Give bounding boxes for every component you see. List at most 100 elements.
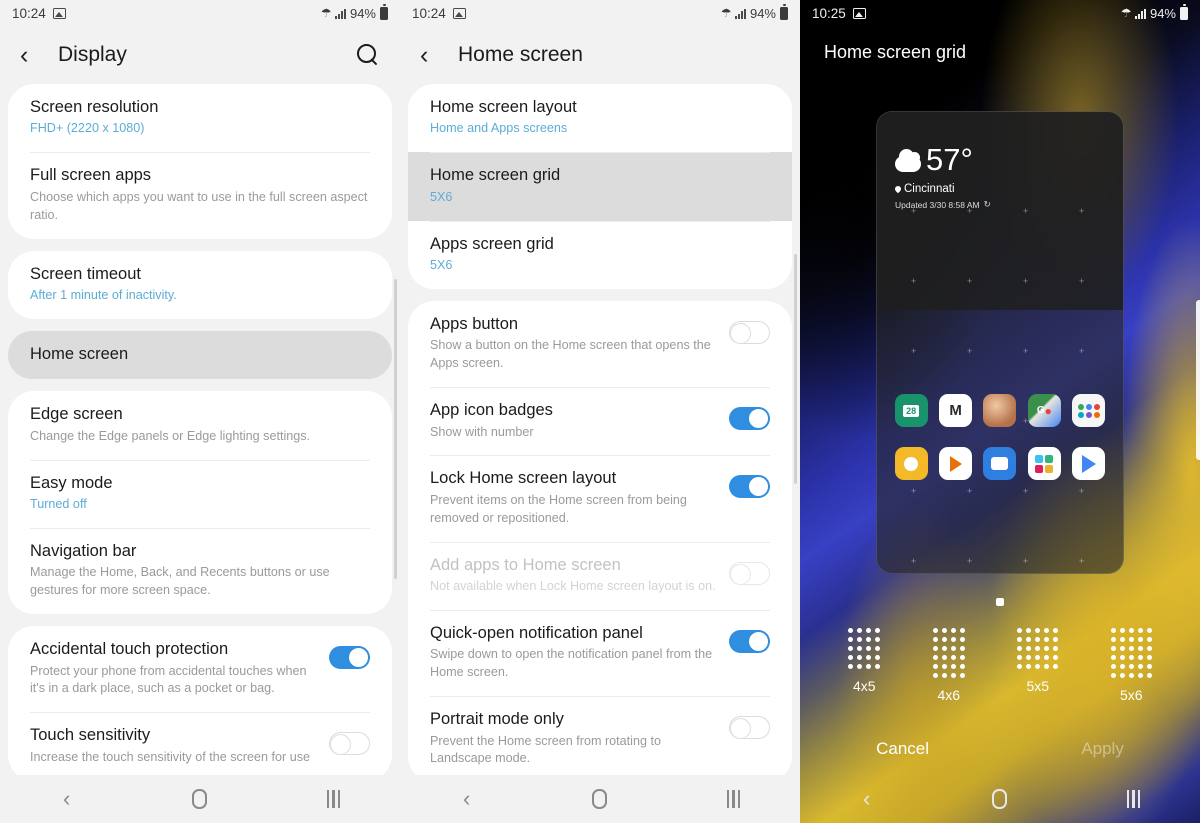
- settings-row[interactable]: Add apps to Home screen Not available whe…: [408, 541, 792, 610]
- grid-choice-label: 5x5: [1026, 678, 1050, 694]
- dialog-actions: Cancel Apply: [800, 735, 1200, 763]
- settings-scroll-area[interactable]: Screen resolution FHD+ (2220 x 1080) Full …: [0, 84, 400, 775]
- home-icon[interactable]: [560, 775, 640, 823]
- back-icon[interactable]: ‹: [827, 775, 907, 823]
- grid-dot: [1119, 673, 1125, 678]
- scrollbar[interactable]: [794, 254, 797, 484]
- settings-row[interactable]: Screen timeout After 1 minute of inactivi…: [8, 251, 392, 319]
- settings-row[interactable]: Home screen grid 5X6: [408, 152, 792, 221]
- contact-photo-icon[interactable]: [983, 394, 1017, 427]
- back-icon[interactable]: ‹: [427, 775, 507, 823]
- search-icon[interactable]: [356, 43, 380, 67]
- grid-dot: [1110, 646, 1116, 651]
- grid-dot: [1017, 664, 1023, 669]
- home-icon[interactable]: [160, 775, 240, 823]
- recents-icon[interactable]: [693, 775, 773, 823]
- home-screen-preview[interactable]: ++++++++++++++++++++++++ 57° Cincinnati …: [876, 111, 1124, 574]
- calendar-app-icon[interactable]: 28: [894, 394, 928, 427]
- grid-dot: [941, 646, 947, 651]
- grid-dot: [1110, 637, 1116, 642]
- settings-row-subtitle: Choose which apps you want to use in the…: [30, 189, 368, 222]
- status-bar: 10:24 ☂ 94%: [400, 0, 800, 26]
- settings-row[interactable]: Quick-open notification panel Swipe down …: [408, 609, 792, 696]
- grid-dot: [866, 637, 872, 642]
- settings-row[interactable]: Touch sensitivity Increase the touch sens…: [8, 712, 392, 775]
- grid-dot: [1017, 637, 1023, 642]
- settings-row-subtitle: Manage the Home, Back, and Recents butto…: [30, 565, 330, 598]
- apply-button[interactable]: Apply: [1065, 735, 1140, 763]
- settings-row[interactable]: Accidental touch protection Protect your …: [8, 626, 392, 712]
- toggle-switch[interactable]: [329, 732, 370, 756]
- toggle-switch[interactable]: [729, 320, 770, 344]
- settings-row[interactable]: Lock Home screen layout Prevent items on …: [408, 455, 792, 541]
- back-icon[interactable]: ‹: [27, 775, 107, 823]
- grid-dot: [1035, 655, 1041, 660]
- settings-row[interactable]: Easy mode Turned off: [8, 459, 392, 528]
- grid-dot: [1017, 655, 1023, 660]
- edge-panel-handle[interactable]: [1196, 300, 1200, 460]
- settings-row[interactable]: Screen resolution FHD+ (2220 x 1080): [8, 84, 392, 152]
- cancel-button[interactable]: Cancel: [860, 735, 945, 763]
- page-title: Display: [58, 43, 127, 66]
- grid-choice-5x5[interactable]: 5x5: [1017, 628, 1059, 703]
- settings-row-subtitle: Turned off: [30, 497, 87, 511]
- refresh-icon[interactable]: ↻: [984, 199, 991, 210]
- settings-row[interactable]: Home screen: [8, 331, 392, 379]
- play-store-app-icon[interactable]: [1072, 447, 1106, 480]
- grid-dot: [1044, 646, 1050, 651]
- settings-scroll-area[interactable]: Home screen layout Home and Apps screens H…: [400, 84, 800, 775]
- toggle-switch[interactable]: [729, 629, 770, 653]
- grid-marker-icon: +: [967, 276, 973, 286]
- settings-row[interactable]: Edge screen Change the Edge panels or Edg…: [8, 391, 392, 459]
- recents-icon[interactable]: [293, 775, 373, 823]
- panel-home-screen-grid-picker: 10:25 ☂ 94% Home screen grid + + + + + + + + + + +…: [800, 0, 1200, 823]
- toggle-switch[interactable]: [329, 646, 370, 670]
- settings-row[interactable]: Apps button Show a button on the Home scr…: [408, 301, 792, 387]
- grid-dot: [1035, 664, 1041, 669]
- grid-dot: [1035, 628, 1041, 633]
- toggle-switch[interactable]: [729, 561, 770, 585]
- weather-widget[interactable]: 57° Cincinnati Updated 3/30 8:58 AM ↻: [893, 144, 991, 210]
- grid-dot: [1128, 628, 1134, 633]
- settings-row-title: Screen resolution: [30, 98, 159, 116]
- settings-row[interactable]: Portrait mode only Prevent the Home scree…: [408, 696, 792, 775]
- grid-choice-4x5[interactable]: 4x5: [848, 628, 881, 703]
- settings-row[interactable]: App icon badges Show with number: [408, 387, 792, 455]
- settings-row[interactable]: Apps screen grid 5X6: [408, 220, 792, 289]
- settings-row-subtitle: Prevent the Home screen from rotating to…: [430, 733, 661, 766]
- maps-app-icon[interactable]: G ●: [1027, 394, 1061, 427]
- grid-dot: [941, 637, 947, 642]
- messages-app-icon[interactable]: [983, 447, 1017, 480]
- grid-dot: [866, 664, 872, 669]
- home-icon[interactable]: [960, 775, 1040, 823]
- bulb-app-icon[interactable]: [894, 447, 928, 480]
- grid-dot: [1110, 664, 1116, 669]
- toggle-switch[interactable]: [729, 475, 770, 499]
- back-chevron-icon[interactable]: ‹: [420, 42, 438, 68]
- settings-row[interactable]: Home screen layout Home and Apps screens: [408, 84, 792, 152]
- grid-dot: [1119, 628, 1125, 633]
- settings-row[interactable]: Full screen apps Choose which apps you wa…: [8, 152, 392, 238]
- slack-app-icon[interactable]: [1027, 447, 1061, 480]
- grid-dot: [848, 664, 854, 669]
- toggle-switch[interactable]: [729, 716, 770, 740]
- app-folder-icon[interactable]: [1072, 394, 1106, 427]
- mail-app-icon[interactable]: M: [939, 394, 973, 427]
- grid-choice-5x6[interactable]: 5x6: [1110, 628, 1152, 703]
- recents-icon[interactable]: [1093, 775, 1173, 823]
- battery-icon: [380, 4, 388, 20]
- panel-home-screen-settings: 10:24 ☂ 94% ‹ Home screen Home screen la…: [400, 0, 800, 823]
- grid-dot: [1053, 637, 1059, 642]
- grid-dot: [959, 646, 965, 651]
- grid-dot: [1026, 646, 1032, 651]
- scrollbar[interactable]: [394, 279, 397, 579]
- battery-percent: 94%: [749, 5, 776, 21]
- settings-row[interactable]: Navigation bar Manage the Home, Back, and…: [8, 527, 392, 614]
- toggle-knob: [330, 734, 351, 756]
- toggle-switch[interactable]: [729, 407, 770, 431]
- play-music-app-icon[interactable]: [939, 447, 973, 480]
- grid-dot: [875, 664, 881, 669]
- grid-choice-4x6[interactable]: 4x6: [932, 628, 965, 703]
- settings-row-subtitle: FHD+ (2220 x 1080): [30, 121, 145, 136]
- back-chevron-icon[interactable]: ‹: [20, 42, 38, 68]
